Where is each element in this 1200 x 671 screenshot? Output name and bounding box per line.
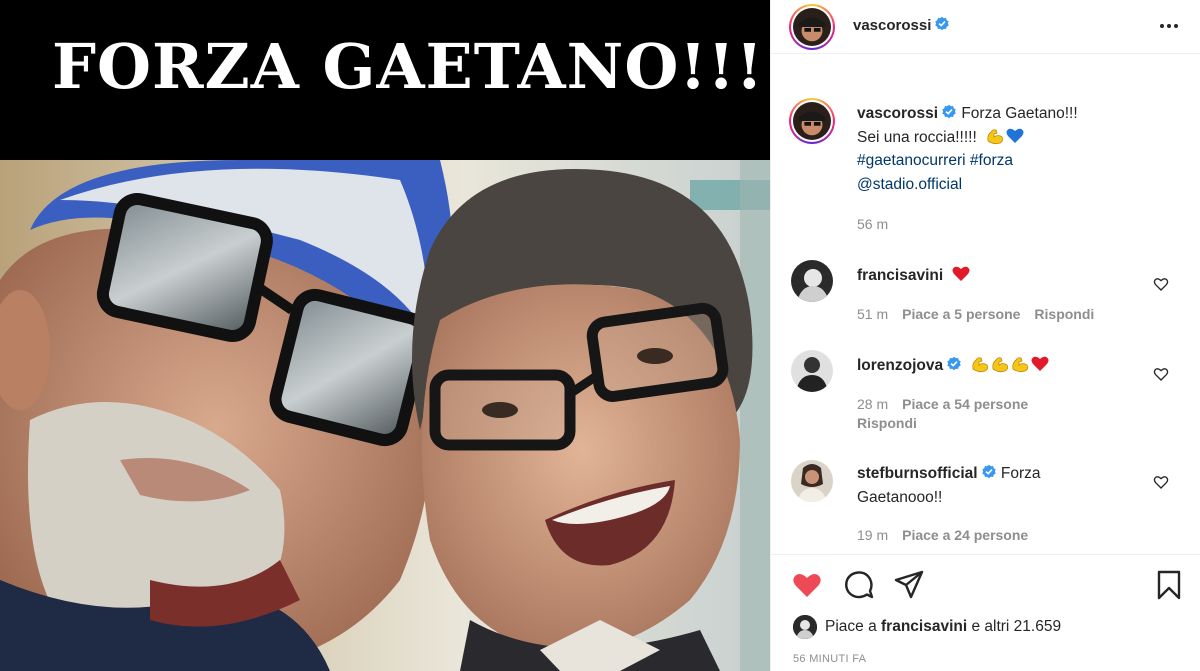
post-actions: Piace a francisavini e altri 21.659 56 M…: [771, 554, 1200, 671]
author-avatar[interactable]: [789, 4, 835, 50]
like-comment-icon[interactable]: [1153, 474, 1169, 490]
comment-avatar[interactable]: [791, 350, 833, 392]
post-caption: vascorossi Forza Gaetano!!! Sei una rocc…: [857, 102, 1187, 196]
likes-suffix[interactable]: e altri 21.659: [967, 618, 1061, 635]
comment-time[interactable]: 28 m: [857, 396, 888, 412]
comment-meta-reply: Rispondi: [857, 415, 917, 431]
comment-likes[interactable]: Piace a 54 persone: [902, 396, 1028, 412]
post-sidebar: vascorossi vascorossi Forza Gaetano!!! S…: [770, 0, 1200, 671]
post-header: vascorossi: [771, 0, 1200, 54]
comment-username[interactable]: francisavini: [857, 267, 943, 284]
comment-meta: 51 m Piace a 5 persone Rispondi: [857, 306, 1094, 322]
flexed-biceps-icon: [987, 128, 1004, 144]
like-comment-icon[interactable]: [1153, 276, 1169, 292]
share-icon[interactable]: [893, 569, 925, 601]
caption-time[interactable]: 56 m: [857, 216, 888, 232]
selfie-photo: [0, 160, 770, 671]
verified-badge-icon: [935, 16, 950, 31]
verified-badge-icon: [947, 356, 961, 371]
post-time-ago[interactable]: 56 MINUTI FA: [793, 653, 866, 665]
flexed-biceps-icon: [992, 357, 1009, 373]
comment-username[interactable]: lorenzojova: [857, 357, 943, 374]
like-comment-icon[interactable]: [1153, 366, 1169, 382]
comment-time[interactable]: 51 m: [857, 306, 888, 322]
verified-badge-icon: [981, 464, 996, 479]
banner-text: FORZA GAETANO!!!: [52, 30, 764, 103]
header-username-text[interactable]: vascorossi: [853, 17, 931, 34]
comment-body: francisavini: [857, 264, 971, 288]
liker-username[interactable]: francisavini: [881, 618, 967, 635]
comment-avatar[interactable]: [791, 460, 833, 502]
flexed-biceps-icon: [972, 357, 989, 373]
mention-link[interactable]: @stadio.official: [857, 176, 962, 193]
caption-line2: Sei una roccia!!!!!: [857, 128, 977, 146]
comment-meta: 19 m Piace a 24 persone: [857, 527, 1028, 543]
red-heart-icon: [1031, 356, 1049, 371]
verified-badge-icon: [942, 104, 956, 119]
comment-avatar[interactable]: [791, 260, 833, 302]
hashtag-link[interactable]: #gaetanocurreri: [857, 152, 966, 169]
caption-avatar-image: [793, 102, 831, 140]
save-bookmark-icon[interactable]: [1153, 569, 1185, 601]
comments-section: vascorossi Forza Gaetano!!! Sei una rocc…: [771, 54, 1200, 554]
blue-heart-icon: [1006, 128, 1024, 143]
comment-text: Forza: [1000, 465, 1041, 482]
comment-meta: 28 m Piace a 54 persone: [857, 396, 1028, 412]
caption-text: Forza Gaetano!!!: [961, 105, 1078, 122]
post-media[interactable]: FORZA GAETANO!!!: [0, 0, 770, 671]
comment-text-line2: Gaetanooo!!: [857, 488, 943, 506]
comment-likes[interactable]: Piace a 5 persone: [902, 306, 1020, 322]
caption-username[interactable]: vascorossi: [857, 105, 938, 122]
caption-author-avatar[interactable]: [789, 98, 835, 144]
comment-body: lorenzojova: [857, 354, 1050, 378]
likes-summary[interactable]: Piace a francisavini e altri 21.659: [793, 615, 1061, 639]
comment-time[interactable]: 19 m: [857, 527, 888, 543]
comment-username[interactable]: stefburnsofficial: [857, 465, 978, 482]
author-avatar-image: [793, 8, 831, 46]
comment-likes[interactable]: Piace a 24 persone: [902, 527, 1028, 543]
liker-avatar: [793, 615, 817, 639]
comment-body: stefburnsofficial Forza Gaetanooo!!: [857, 462, 1177, 509]
like-heart-icon[interactable]: [791, 569, 823, 601]
reply-button[interactable]: Rispondi: [1034, 306, 1094, 322]
red-heart-icon: [952, 266, 970, 281]
reply-button[interactable]: Rispondi: [857, 415, 917, 431]
hashtag-link[interactable]: #forza: [970, 152, 1013, 169]
more-options-icon[interactable]: [1157, 16, 1181, 36]
post-banner: FORZA GAETANO!!!: [0, 0, 770, 160]
comment-icon[interactable]: [843, 569, 875, 601]
header-username[interactable]: vascorossi: [853, 16, 950, 34]
likes-prefix: Piace a: [825, 618, 882, 636]
flexed-biceps-icon: [1012, 357, 1029, 373]
